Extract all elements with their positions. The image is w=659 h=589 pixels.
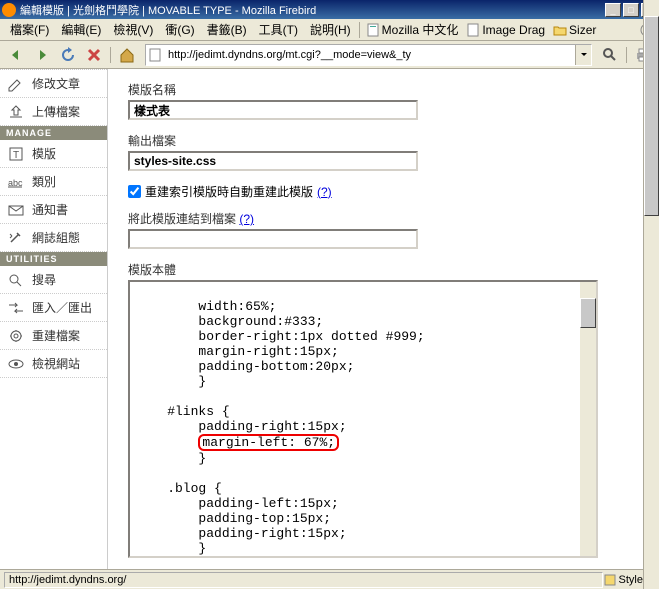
upload-icon	[6, 104, 26, 120]
rebuild-checkbox[interactable]	[128, 185, 141, 198]
edit-icon	[6, 76, 26, 92]
url-input[interactable]	[164, 49, 575, 61]
content-area: 修改文章 上傳檔案 MANAGE T 模版 abc 類別 通知書 網誌組態 UT…	[0, 69, 659, 569]
template-name-input[interactable]	[128, 100, 418, 120]
template-icon: T	[6, 146, 26, 162]
sidebar-item-categories[interactable]: abc 類別	[0, 168, 107, 196]
menu-tools[interactable]: 工具(T)	[253, 19, 304, 40]
reload-button[interactable]	[56, 43, 80, 67]
textarea-scrollbar[interactable]	[580, 282, 596, 556]
page-icon	[466, 23, 480, 37]
sidebar: 修改文章 上傳檔案 MANAGE T 模版 abc 類別 通知書 網誌組態 UT…	[0, 69, 108, 569]
toolbar	[0, 41, 659, 69]
back-button[interactable]	[4, 43, 28, 67]
import-export-icon	[6, 300, 26, 316]
category-icon: abc	[6, 174, 26, 190]
bookmark-sizer[interactable]: Sizer	[549, 21, 600, 39]
output-file-input[interactable]	[128, 151, 418, 171]
sidebar-item-edit-entry[interactable]: 修改文章	[0, 69, 107, 98]
svg-text:T: T	[13, 150, 19, 161]
home-button[interactable]	[115, 43, 139, 67]
link-file-input[interactable]	[128, 229, 418, 249]
sidebar-label: 修改文章	[32, 75, 80, 92]
status-text: http://jedimt.dyndns.org/	[4, 572, 603, 588]
rebuild-icon	[6, 328, 26, 344]
style-label[interactable]: Style	[619, 574, 643, 586]
eye-icon	[6, 356, 26, 372]
menu-help[interactable]: 說明(H)	[304, 19, 357, 40]
menubar: 檔案(F) 編輯(E) 檢視(V) 衝(G) 書籤(B) 工具(T) 說明(H)…	[0, 19, 659, 41]
menu-bookmarks[interactable]: 書籤(B)	[201, 19, 253, 40]
titlebar: 編輯模版 | 光劍格鬥學院 | MOVABLE TYPE - Mozilla F…	[0, 0, 659, 19]
main-panel: 模版名稱 輸出檔案 重建索引模版時自動重建此模版 (?) 將此模版連結到檔案 (…	[108, 69, 659, 569]
page-icon	[366, 23, 380, 37]
sidebar-label: 通知書	[32, 201, 68, 218]
menu-file[interactable]: 檔案(F)	[4, 19, 55, 40]
sidebar-label: 檢視網站	[32, 355, 80, 372]
link-file-label: 將此模版連結到檔案 (?)	[128, 210, 639, 227]
highlighted-line: margin-left: 67%;	[198, 434, 339, 451]
template-body-textarea[interactable]: width:65%; background:#333; border-right…	[128, 280, 598, 558]
page-scrollbar[interactable]	[643, 0, 659, 589]
settings-icon	[6, 230, 26, 246]
sidebar-item-notifications[interactable]: 通知書	[0, 196, 107, 224]
sidebar-item-view-site[interactable]: 檢視網站	[0, 350, 107, 378]
sidebar-label: 上傳檔案	[32, 103, 80, 120]
maximize-button[interactable]: □	[623, 3, 639, 17]
window-title: 編輯模版 | 光劍格鬥學院 | MOVABLE TYPE - Mozilla F…	[20, 2, 605, 18]
menu-edit[interactable]: 編輯(E)	[55, 19, 107, 40]
sidebar-item-rebuild[interactable]: 重建檔案	[0, 322, 107, 350]
menu-view[interactable]: 檢視(V)	[107, 19, 159, 40]
sidebar-label: 重建檔案	[32, 327, 80, 344]
sidebar-section-utilities: UTILITIES	[0, 252, 107, 266]
sidebar-item-upload[interactable]: 上傳檔案	[0, 98, 107, 126]
sidebar-item-config[interactable]: 網誌組態	[0, 224, 107, 252]
stop-button[interactable]	[82, 43, 106, 67]
forward-button[interactable]	[30, 43, 54, 67]
help-link[interactable]: (?)	[317, 185, 332, 199]
separator	[626, 47, 627, 63]
statusbar: http://jedimt.dyndns.org/ Style	[0, 569, 659, 589]
search-button[interactable]	[598, 43, 622, 67]
separator	[110, 47, 111, 63]
minimize-button[interactable]: _	[605, 3, 621, 17]
menu-go[interactable]: 衝(G)	[159, 19, 200, 40]
url-bar	[145, 44, 592, 66]
rebuild-label: 重建索引模版時自動重建此模版	[145, 183, 313, 200]
bookmark-mozilla[interactable]: Mozilla 中文化	[362, 19, 463, 40]
style-icon	[603, 573, 617, 587]
sidebar-section-manage: MANAGE	[0, 126, 107, 140]
sidebar-label: 搜尋	[32, 271, 56, 288]
page-icon	[146, 48, 164, 62]
sidebar-label: 模版	[32, 145, 56, 162]
search-icon	[6, 272, 26, 288]
app-icon	[2, 3, 16, 17]
output-file-label: 輸出檔案	[128, 132, 639, 149]
separator	[359, 22, 360, 38]
sidebar-label: 匯入／匯出	[32, 299, 92, 316]
help-link[interactable]: (?)	[239, 212, 254, 226]
url-dropdown-button[interactable]	[575, 45, 591, 65]
sidebar-item-search[interactable]: 搜尋	[0, 266, 107, 294]
sidebar-label: 類別	[32, 173, 56, 190]
template-name-label: 模版名稱	[128, 81, 639, 98]
sidebar-label: 網誌組態	[32, 229, 80, 246]
folder-icon	[553, 23, 567, 37]
sidebar-item-import-export[interactable]: 匯入／匯出	[0, 294, 107, 322]
bookmark-imagedrag[interactable]: Image Drag	[462, 21, 549, 39]
template-body-label: 模版本體	[128, 261, 639, 278]
mail-icon	[6, 202, 26, 218]
sidebar-item-templates[interactable]: T 模版	[0, 140, 107, 168]
